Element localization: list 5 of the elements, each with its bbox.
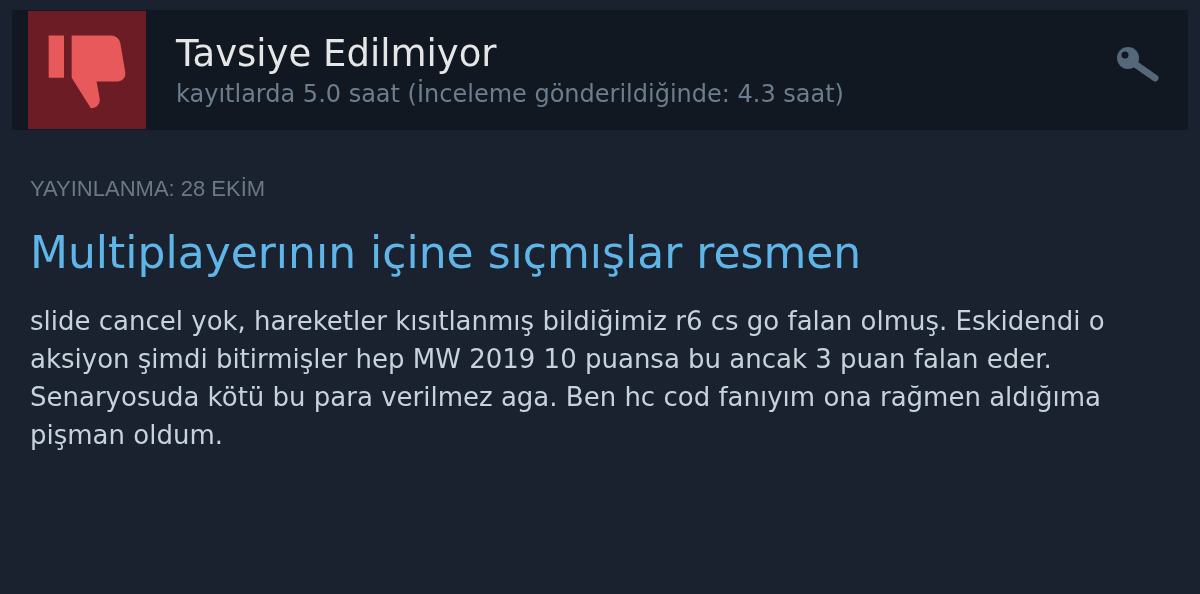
hours-played: kayıtlarda 5.0 saat (İnceleme gönderildiğinde: 4.3 saat): [176, 79, 845, 110]
review-title[interactable]: Multiplayerının içine sıçmışlar resmen: [30, 225, 1170, 280]
recommendation-verdict: Tavsiye Edilmiyor: [176, 30, 498, 77]
posted-date: YAYINLANMA: 28 EKİM: [30, 175, 267, 203]
review-body: slide cancel yok, hareketler kısıtlanmış bildiğimiz r6 cs go falan olmuş. Eskidendi o aksiyon şimdi bitirmişler hep MW 2019 10 puansa bu ancak 3 puan falan eder. Senaryosuda kötü bu para verilmez aga. Ben hc cod fanıyım ona rağmen aldığıma pişman oldum.: [30, 305, 1106, 452]
